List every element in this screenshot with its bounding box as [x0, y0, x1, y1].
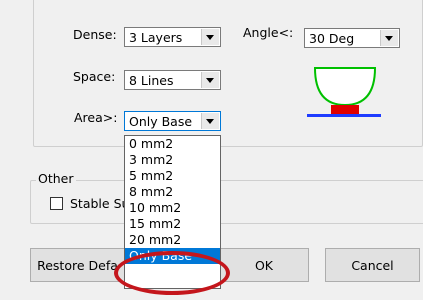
space-label: Space:: [73, 69, 116, 84]
dropdown-option-only-base[interactable]: Only Base: [125, 248, 220, 264]
angle-select[interactable]: 30 Deg: [304, 28, 400, 48]
space-select[interactable]: 8 Lines: [124, 70, 221, 90]
ok-label: OK: [254, 257, 274, 273]
cancel-label: Cancel: [351, 257, 394, 273]
dropdown-option-15mm2[interactable]: 15 mm2: [125, 216, 220, 232]
dropdown-option-3mm2[interactable]: 3 mm2: [125, 152, 220, 168]
chevron-down-icon[interactable]: [380, 30, 398, 46]
dropdown-option-8mm2[interactable]: 8 mm2: [125, 184, 220, 200]
area-label: Area>:: [74, 110, 118, 125]
area-dropdown-list: 0 mm2 3 mm2 5 mm2 8 mm2 10 mm2 15 mm2 20…: [124, 135, 221, 289]
dense-select[interactable]: 3 Layers: [124, 27, 221, 47]
angle-label: Angle<:: [243, 25, 294, 40]
stable-support-label[interactable]: Stable Su: [70, 196, 129, 211]
angle-value: 30 Deg: [309, 31, 355, 46]
dropdown-option-20mm2[interactable]: 20 mm2: [125, 232, 220, 248]
other-group-title: Other: [36, 171, 76, 186]
dense-value: 3 Layers: [129, 30, 183, 45]
restore-defaults-label: Restore Defa: [37, 257, 118, 273]
space-value: 8 Lines: [129, 73, 174, 88]
chevron-down-icon[interactable]: [201, 72, 219, 88]
dropdown-option-0mm2[interactable]: 0 mm2: [125, 136, 220, 152]
dropdown-option-5mm2[interactable]: 5 mm2: [125, 168, 220, 184]
chevron-down-icon[interactable]: [201, 29, 219, 45]
support-preview-icon: [307, 67, 381, 117]
ok-button[interactable]: OK: [219, 248, 309, 282]
chevron-down-icon[interactable]: [201, 113, 219, 129]
restore-defaults-button[interactable]: Restore Defa: [30, 248, 125, 282]
area-value: Only Base: [129, 114, 193, 129]
preview-support-shape: [313, 67, 377, 107]
area-select[interactable]: Only Base: [124, 111, 221, 131]
preview-plate-shape: [307, 114, 381, 117]
cancel-button[interactable]: Cancel: [325, 248, 420, 282]
dense-label: Dense:: [73, 27, 117, 42]
stable-support-checkbox[interactable]: [50, 197, 63, 210]
dropdown-option-10mm2[interactable]: 10 mm2: [125, 200, 220, 216]
preview-base-shape: [331, 105, 359, 114]
